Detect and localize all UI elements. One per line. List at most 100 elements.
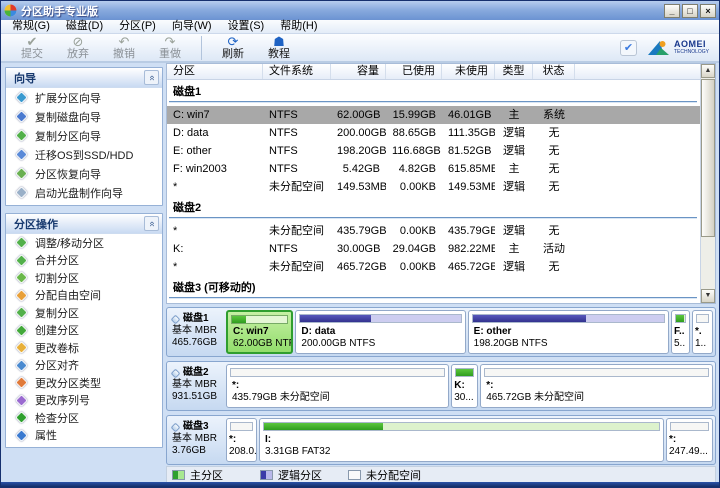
disk-name-text: 磁盘2 — [183, 367, 209, 379]
sidebar-item-copy-partition-wizard[interactable]: 复制分区向导 — [6, 126, 162, 145]
sidebar-item-partition-alignment[interactable]: 分区对齐 — [6, 357, 162, 375]
sidebar-item-copy-partition[interactable]: 复制分区 — [6, 304, 162, 322]
cell-1: NTFS — [263, 124, 331, 142]
sidebar-item-change-serial-number[interactable]: 更改序列号 — [6, 392, 162, 410]
partition-block-e-other[interactable]: E: other198.20GB NTFS — [468, 310, 669, 354]
cell-0: * — [167, 178, 263, 196]
menu-disk[interactable]: 磁盘(D) — [58, 20, 111, 33]
cell-4: 615.85MB — [442, 160, 495, 178]
menu-settings[interactable]: 设置(S) — [220, 20, 273, 33]
minimize-button[interactable]: _ — [664, 4, 680, 18]
sidebar-item-extend-partition-wizard[interactable]: 扩展分区向导 — [6, 88, 162, 107]
collapse-icon[interactable]: « — [144, 70, 159, 85]
menu-partition[interactable]: 分区(P) — [111, 20, 164, 33]
sidebar-item-merge-partitions[interactable]: 合并分区 — [6, 252, 162, 270]
column-header-6[interactable]: 状态 — [533, 64, 575, 79]
table-row[interactable]: D: dataNTFS200.00GB88.65GB111.35GB逻辑无 — [167, 124, 715, 142]
disk-label-3[interactable]: 磁盘3基本 MBR3.76GB — [169, 418, 226, 462]
collapse-icon[interactable]: « — [144, 216, 159, 231]
migrate-os-to-ssd-hdd-icon — [15, 148, 28, 161]
menu-general[interactable]: 常规(G) — [4, 20, 58, 33]
toolbar-separator — [201, 36, 202, 60]
partition-block-unalloc[interactable]: *:208.0... — [226, 418, 257, 462]
table-row[interactable]: *未分配空间逻辑无 — [167, 302, 715, 304]
tutorial-label: 教程 — [268, 48, 290, 60]
disk-label-1[interactable]: 磁盘1基本 MBR465.76GB — [169, 310, 226, 354]
panel-title: 分区操作 — [14, 216, 144, 232]
check-widget-icon[interactable]: ✔ — [620, 40, 637, 56]
discard-icon: ⊘ — [73, 35, 84, 48]
resize-move-partition-icon — [15, 236, 28, 249]
partition-block-unalloc[interactable]: *:247.49... — [666, 418, 713, 462]
table-row[interactable]: C: win7NTFS62.00GB15.99GB46.01GB主系统 — [167, 106, 715, 124]
sidebar-item-partition-recovery-wizard[interactable]: 分区恢复向导 — [6, 164, 162, 183]
partition-label: *: — [669, 434, 712, 446]
cell-1: NTFS — [263, 106, 331, 124]
app-window: 分区助手专业版 _ □ × 常规(G)磁盘(D)分区(P)向导(W)设置(S)帮… — [0, 0, 720, 488]
cell-2: 149.53MB — [331, 178, 386, 196]
sidebar-item-label: 检查分区 — [35, 410, 79, 426]
disk-group-title: 磁盘3 (可移动的) — [167, 276, 715, 297]
usage-bar-fill — [473, 315, 586, 322]
disk-label-2[interactable]: 磁盘2基本 MBR931.51GB — [169, 364, 226, 408]
partition-block-k[interactable]: K:30... — [451, 364, 478, 408]
sidebar-item-copy-disk-wizard[interactable]: 复制磁盘向导 — [6, 107, 162, 126]
column-header-4[interactable]: 未使用 — [442, 64, 495, 79]
menu-wizard[interactable]: 向导(W) — [164, 20, 220, 33]
partition-block-unalloc[interactable]: *:435.79GB 未分配空间 — [226, 364, 449, 408]
partition-block-d-data[interactable]: D: data200.00GB NTFS — [295, 310, 465, 354]
refresh-button[interactable]: ⟳刷新 — [210, 35, 256, 60]
partition-block-f[interactable]: F..5.. — [671, 310, 690, 354]
menu-help[interactable]: 帮助(H) — [272, 20, 325, 33]
sidebar-item-check-partition[interactable]: 检查分区 — [6, 409, 162, 427]
sidebar-item-allocate-free-space[interactable]: 分配自由空间 — [6, 287, 162, 305]
cell-0: F: win2003 — [167, 160, 263, 178]
column-header-3[interactable]: 已使用 — [386, 64, 442, 79]
table-row[interactable]: E: otherNTFS198.20GB116.68GB81.52GB逻辑无 — [167, 142, 715, 160]
table-row[interactable]: K:NTFS30.00GB29.04GB982.22MB主活动 — [167, 240, 715, 258]
cell-5: 逻辑 — [495, 258, 533, 276]
cell-0: * — [167, 222, 263, 240]
table-row[interactable]: *未分配空间435.79GB0.00KB435.79GB逻辑无 — [167, 222, 715, 240]
sidebar-item-create-partition[interactable]: 创建分区 — [6, 322, 162, 340]
scroll-up-icon[interactable]: ▲ — [701, 64, 715, 78]
maximize-button[interactable]: □ — [682, 4, 698, 18]
table-row[interactable]: *未分配空间465.72GB0.00KB465.72GB逻辑无 — [167, 258, 715, 276]
cell-3: 15.99GB — [386, 106, 442, 124]
cell-5: 主 — [495, 160, 533, 178]
legend-label: 主分区 — [190, 467, 223, 483]
close-button[interactable]: × — [700, 4, 716, 18]
column-header-0[interactable]: 分区 — [167, 64, 263, 79]
vertical-scrollbar[interactable]: ▲ ▼ — [700, 64, 715, 303]
scrollbar-track[interactable] — [701, 78, 715, 289]
column-header-5[interactable]: 类型 — [495, 64, 533, 79]
partition-block-c-win7[interactable]: C: win762.00GB NTFS — [226, 310, 293, 354]
scroll-down-icon[interactable]: ▼ — [701, 289, 715, 303]
table-row[interactable]: *未分配空间149.53MB0.00KB149.53MB逻辑无 — [167, 178, 715, 196]
column-header-2[interactable]: 容量 — [331, 64, 386, 79]
disk-group-underline — [169, 217, 697, 219]
redo-icon: ↷ — [165, 35, 176, 48]
sidebar-item-resize-move-partition[interactable]: 调整/移动分区 — [6, 234, 162, 252]
sidebar-item-migrate-os-to-ssd-hdd[interactable]: 迁移OS到SSD/HDD — [6, 145, 162, 164]
partition-block-unalloc[interactable]: *.1.. — [692, 310, 713, 354]
scrollbar-thumb[interactable] — [701, 79, 715, 237]
sidebar-item-split-partition[interactable]: 切割分区 — [6, 269, 162, 287]
legend-item-unallocated: 未分配空间 — [348, 467, 436, 483]
sidebar-item-properties[interactable]: 属性 — [6, 427, 162, 445]
partition-block-i[interactable]: I:3.31GB FAT32 — [259, 418, 664, 462]
table-row[interactable]: F: win2003NTFS5.42GB4.82GB615.85MB主无 — [167, 160, 715, 178]
sidebar-item-change-partition-type[interactable]: 更改分区类型 — [6, 374, 162, 392]
primary-swatch-icon — [172, 470, 185, 480]
table-header: 分区文件系统容量已使用未使用类型状态 — [167, 64, 715, 80]
sidebar-item-change-label[interactable]: 更改卷标 — [6, 339, 162, 357]
tutorial-button[interactable]: ☗教程 — [256, 35, 302, 60]
cell-0: C: win7 — [167, 106, 263, 124]
cell-0: * — [167, 302, 263, 304]
sidebar-item-label: 启动光盘制作向导 — [35, 185, 123, 201]
column-header-1[interactable]: 文件系统 — [263, 64, 331, 79]
cell-6: 无 — [533, 160, 575, 178]
cell-1: NTFS — [263, 160, 331, 178]
partition-block-unalloc[interactable]: *:465.72GB 未分配空间 — [480, 364, 713, 408]
sidebar-item-bootable-cd-wizard[interactable]: 启动光盘制作向导 — [6, 183, 162, 202]
